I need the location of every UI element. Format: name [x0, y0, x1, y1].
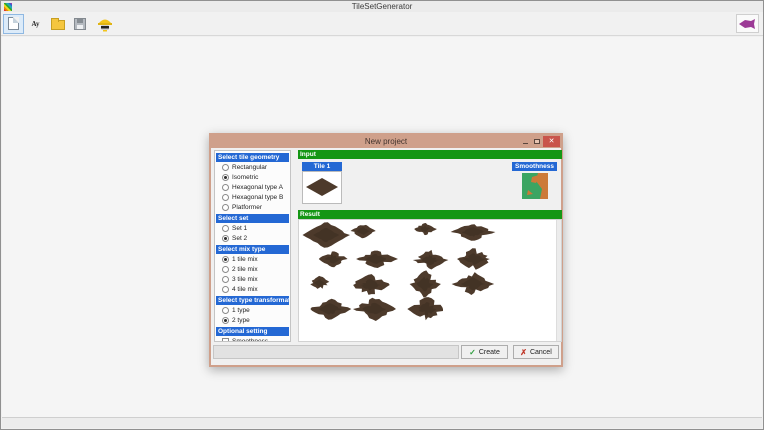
radio-label: 1 tile mix — [232, 256, 258, 263]
smoothness-label: Smoothness — [512, 162, 557, 171]
tile1-preview[interactable] — [302, 171, 342, 204]
radio-label: 1 type — [232, 307, 250, 314]
radio-hexagonal-type-a[interactable]: Hexagonal type A — [215, 182, 290, 192]
radio-label: 3 tile mix — [232, 276, 258, 283]
result-tiles-image — [299, 220, 561, 341]
smoothness-preview[interactable] — [522, 173, 548, 199]
radio-icon[interactable] — [222, 235, 229, 242]
radio-icon[interactable] — [222, 307, 229, 314]
radio-icon[interactable] — [222, 204, 229, 211]
app-icon — [4, 3, 12, 11]
main-window: TileSetGenerator Ay — [0, 0, 764, 430]
radio-label: 4 tile mix — [232, 286, 258, 293]
group-header-select-type-transformation: Select type transformation — [216, 296, 289, 305]
radio-icon[interactable] — [222, 164, 229, 171]
radio-1-type[interactable]: 1 type — [215, 305, 290, 315]
radio-label: Platformer — [232, 204, 262, 211]
save-icon — [74, 18, 86, 30]
client-area: New project ✕ Select tile geometry Rectan… — [2, 37, 762, 417]
dialog-content: Select tile geometry Rectangular Isometric… — [211, 148, 561, 365]
check-icon: ✓ — [469, 348, 476, 357]
fish-icon — [739, 19, 756, 29]
radio-label: Hexagonal type A — [232, 184, 283, 191]
radio-icon[interactable] — [222, 286, 229, 293]
create-button-label: Create — [479, 349, 500, 356]
dialog-title: New project — [211, 137, 561, 146]
radio-isometric[interactable]: Isometric — [215, 172, 290, 182]
radio-icon[interactable] — [222, 266, 229, 273]
status-bar — [2, 417, 762, 428]
preview-panel: Input Tile 1 Smoothness — [298, 150, 562, 342]
dialog-close-button[interactable]: ✕ — [543, 136, 560, 147]
tile1-label: Tile 1 — [302, 162, 342, 171]
minimize-icon — [523, 143, 528, 144]
text-export-button[interactable]: Ay — [25, 14, 46, 34]
window-title: TileSetGenerator — [352, 1, 413, 12]
radio-2-tile-mix[interactable]: 2 tile mix — [215, 264, 290, 274]
radio-rectangular[interactable]: Rectangular — [215, 162, 290, 172]
radio-icon[interactable] — [222, 225, 229, 232]
radio-set-1[interactable]: Set 1 — [215, 223, 290, 233]
radio-icon[interactable] — [222, 256, 229, 263]
group-header-select-mix-type: Select mix type — [216, 245, 289, 254]
result-area — [298, 219, 562, 342]
progress-bar — [213, 345, 459, 359]
new-project-dialog: New project ✕ Select tile geometry Rectan… — [209, 133, 563, 367]
smoothness-image — [522, 173, 548, 199]
radio-label: 2 type — [232, 317, 250, 324]
input-section-header: Input — [298, 150, 562, 159]
radio-label: Isometric — [232, 174, 258, 181]
dialog-minimize-button[interactable] — [519, 137, 531, 147]
checkbox-icon[interactable] — [222, 338, 229, 343]
create-button[interactable]: ✓ Create — [461, 345, 508, 359]
result-section-header: Result — [298, 210, 562, 219]
dialog-titlebar[interactable]: New project ✕ — [211, 135, 561, 148]
checkbox-smoothness[interactable]: Smoothness — [215, 336, 290, 342]
skull-icon — [97, 16, 113, 32]
generator-button[interactable] — [94, 14, 115, 34]
radio-icon[interactable] — [222, 317, 229, 324]
radio-4-tile-mix[interactable]: 4 tile mix — [215, 284, 290, 294]
radio-icon[interactable] — [222, 184, 229, 191]
save-button[interactable] — [69, 14, 90, 34]
radio-label: Hexagonal type B — [232, 194, 283, 201]
new-project-button[interactable] — [3, 14, 24, 34]
new-document-icon — [8, 17, 19, 30]
radio-label: Set 1 — [232, 225, 247, 232]
main-titlebar: TileSetGenerator — [1, 1, 763, 12]
tile1-image — [303, 172, 341, 203]
radio-3-tile-mix[interactable]: 3 tile mix — [215, 274, 290, 284]
open-folder-icon — [51, 20, 65, 30]
radio-icon[interactable] — [222, 194, 229, 201]
radio-hexagonal-type-b[interactable]: Hexagonal type B — [215, 192, 290, 202]
group-header-select-set: Select set — [216, 214, 289, 223]
result-scrollbar[interactable] — [556, 220, 561, 341]
main-toolbar: Ay — [1, 12, 763, 36]
fish-tool-button[interactable] — [736, 14, 759, 33]
radio-icon[interactable] — [222, 174, 229, 181]
radio-label: Set 2 — [232, 235, 247, 242]
radio-icon[interactable] — [222, 276, 229, 283]
radio-platformer[interactable]: Platformer — [215, 202, 290, 212]
options-panel: Select tile geometry Rectangular Isometric… — [214, 150, 291, 342]
radio-label: Rectangular — [232, 164, 267, 171]
open-button[interactable] — [47, 14, 68, 34]
radio-1-tile-mix[interactable]: 1 tile mix — [215, 254, 290, 264]
group-header-select-tile-geometry: Select tile geometry — [216, 153, 289, 162]
checkbox-label: Smoothness — [232, 338, 268, 343]
cancel-button[interactable]: ✗ Cancel — [513, 345, 559, 359]
dialog-maximize-button[interactable] — [531, 137, 543, 147]
maximize-icon — [534, 139, 540, 144]
group-header-optional-setting: Optional setting — [216, 327, 289, 336]
x-icon: ✗ — [520, 348, 527, 357]
radio-set-2[interactable]: Set 2 — [215, 233, 290, 243]
radio-2-type[interactable]: 2 type — [215, 315, 290, 325]
radio-label: 2 tile mix — [232, 266, 258, 273]
cancel-button-label: Cancel — [530, 349, 552, 356]
font-ay-icon: Ay — [31, 20, 39, 28]
